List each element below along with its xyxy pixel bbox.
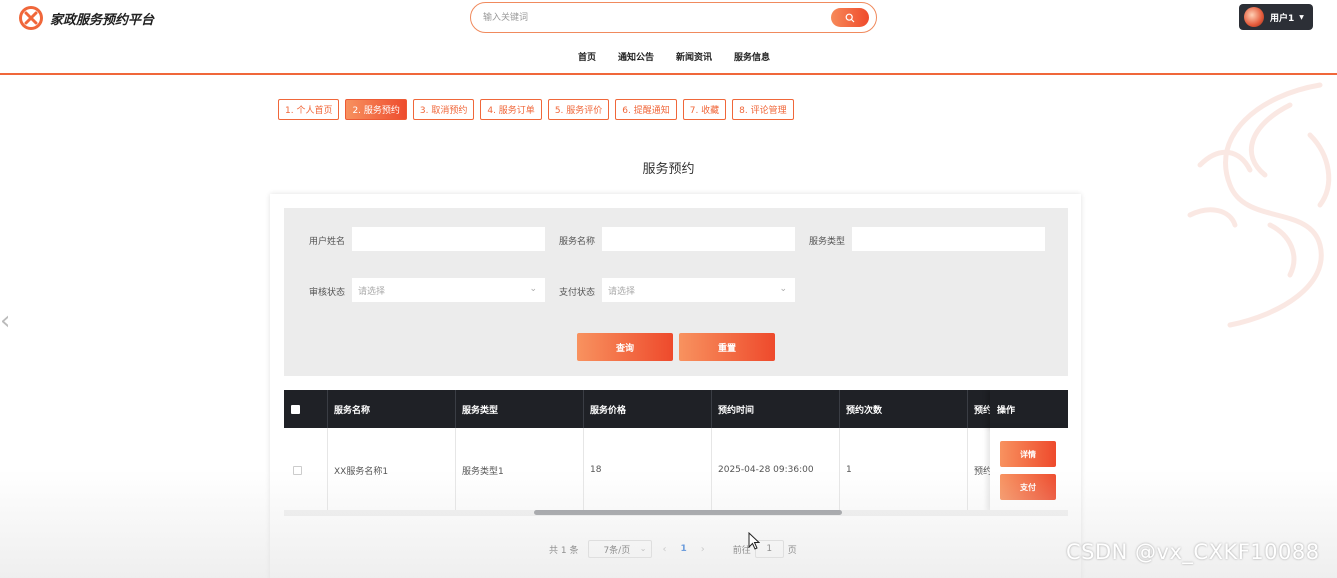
chevron-down-icon: ⌄ xyxy=(779,284,787,294)
next-page-icon[interactable]: › xyxy=(701,544,705,555)
app-title: 家政服务预约平台 xyxy=(50,12,155,28)
table-row: XX服务名称1 服务类型1 18 2025-04-28 09:36:00 1 预… xyxy=(284,428,1068,512)
goto-suffix: 页 xyxy=(787,545,797,556)
mouse-cursor-icon xyxy=(748,532,760,550)
pagination-total: 共 1 条 xyxy=(549,545,579,556)
user-menu[interactable]: 用户1 ▼ xyxy=(1239,4,1313,30)
select-all-cell xyxy=(284,390,328,428)
reset-button[interactable]: 重置 xyxy=(679,333,775,361)
col-booking-count: 预约次数 xyxy=(840,390,968,428)
nav-item-home[interactable]: 首页 xyxy=(578,50,596,63)
service-type-label: 服务类型 xyxy=(809,237,846,247)
tab-service-booking[interactable]: 2. 服务预约 xyxy=(345,99,407,120)
scrollbar-thumb[interactable] xyxy=(534,510,842,515)
detail-button[interactable]: 详情 xyxy=(1000,441,1056,467)
cell-service-type: 服务类型1 xyxy=(456,428,584,512)
query-button[interactable]: 查询 xyxy=(577,333,673,361)
horizontal-scrollbar[interactable] xyxy=(284,510,1068,516)
filter-panel: 用户姓名 服务名称 服务类型 审核状态 请选择 ⌄ 支付状态 请选择 ⌄ 查询 … xyxy=(284,208,1068,376)
cell-booking-count: 1 xyxy=(840,428,968,512)
user-name: 用户1 xyxy=(1270,13,1295,24)
pay-status-placeholder: 请选择 xyxy=(608,286,636,297)
page: 家政服务预约平台 用户1 ▼ 首页 通知公告 新闻资讯 服务信息 xyxy=(0,0,1337,578)
row-checkbox[interactable] xyxy=(293,465,302,475)
tab-service-orders[interactable]: 4. 服务订单 xyxy=(480,99,542,120)
page-size-value: 7条/页 xyxy=(603,545,631,556)
cell-service-name: XX服务名称1 xyxy=(328,428,456,512)
user-name-input[interactable] xyxy=(352,227,545,251)
row-select-cell xyxy=(284,428,328,512)
col-service-price: 服务价格 xyxy=(584,390,712,428)
header: 家政服务预约平台 用户1 ▼ 首页 通知公告 新闻资讯 服务信息 xyxy=(0,0,1337,75)
page-size-select[interactable]: 7条/页 ⌄ xyxy=(588,540,653,558)
prev-page-icon[interactable]: ‹ xyxy=(662,544,666,555)
cell-price: 18 xyxy=(584,428,712,512)
booking-table: 服务名称 服务类型 服务价格 预约时间 预约次数 预约 XX服务名称1 服务类型… xyxy=(284,390,1068,516)
col-booking-time: 预约时间 xyxy=(712,390,840,428)
tab-cancel-booking[interactable]: 3. 取消预约 xyxy=(412,99,475,120)
review-status-label: 审核状态 xyxy=(309,288,346,298)
page-title: 服务预约 xyxy=(642,162,695,177)
tab-favorites[interactable]: 7. 收藏 xyxy=(682,99,727,120)
tab-comment-management[interactable]: 8. 评论管理 xyxy=(732,99,794,120)
service-name-label: 服务名称 xyxy=(559,237,596,247)
search-input[interactable] xyxy=(483,10,823,26)
prev-page-arrow-icon[interactable]: ‹ xyxy=(0,306,10,336)
table-header: 服务名称 服务类型 服务价格 预约时间 预约次数 预约 xyxy=(284,390,1068,428)
pay-button[interactable]: 支付 xyxy=(1000,474,1056,500)
review-status-select[interactable]: 请选择 ⌄ xyxy=(352,278,545,302)
tab-reminders[interactable]: 6. 提醒通知 xyxy=(615,99,677,120)
main-nav: 首页 通知公告 新闻资讯 服务信息 xyxy=(578,50,770,63)
col-operation: 操作 xyxy=(990,390,1068,428)
col-service-name: 服务名称 xyxy=(328,390,456,428)
caret-down-icon: ▼ xyxy=(1299,13,1304,21)
csdn-watermark: CSDN @vx_CXKF10088 xyxy=(1066,540,1320,564)
chevron-down-icon: ⌄ xyxy=(639,544,647,553)
search-bar xyxy=(470,2,877,33)
cell-booking-time: 2025-04-28 09:36:00 xyxy=(712,428,840,512)
review-status-placeholder: 请选择 xyxy=(358,286,386,297)
search-icon xyxy=(845,13,855,22)
user-name-label: 用户姓名 xyxy=(309,237,346,247)
logo[interactable]: 家政服务预约平台 xyxy=(18,5,154,31)
operation-cell: 详情 支付 xyxy=(990,428,1068,512)
avatar xyxy=(1244,7,1264,27)
col-service-type: 服务类型 xyxy=(456,390,584,428)
nav-item-services[interactable]: 服务信息 xyxy=(734,50,770,63)
search-button[interactable] xyxy=(831,8,869,27)
step-tabs: 1. 个人首页 2. 服务预约 3. 取消预约 4. 服务订单 5. 服务评价 … xyxy=(278,99,794,120)
logo-icon xyxy=(19,6,43,30)
content-card: 用户姓名 服务名称 服务类型 审核状态 请选择 ⌄ 支付状态 请选择 ⌄ 查询 … xyxy=(270,194,1081,578)
current-page-number[interactable]: 1 xyxy=(680,544,686,554)
pay-status-select[interactable]: 请选择 ⌄ xyxy=(602,278,795,302)
pay-status-label: 支付状态 xyxy=(559,288,596,298)
dragon-decoration-icon xyxy=(1187,82,1332,328)
select-all-checkbox[interactable] xyxy=(291,404,300,414)
service-type-input[interactable] xyxy=(852,227,1045,251)
nav-item-notices[interactable]: 通知公告 xyxy=(618,50,654,63)
tab-service-reviews[interactable]: 5. 服务评价 xyxy=(547,99,610,120)
tab-personal-home[interactable]: 1. 个人首页 xyxy=(278,99,340,120)
service-name-input[interactable] xyxy=(602,227,795,251)
chevron-down-icon: ⌄ xyxy=(529,284,537,294)
nav-item-news[interactable]: 新闻资讯 xyxy=(676,50,712,63)
